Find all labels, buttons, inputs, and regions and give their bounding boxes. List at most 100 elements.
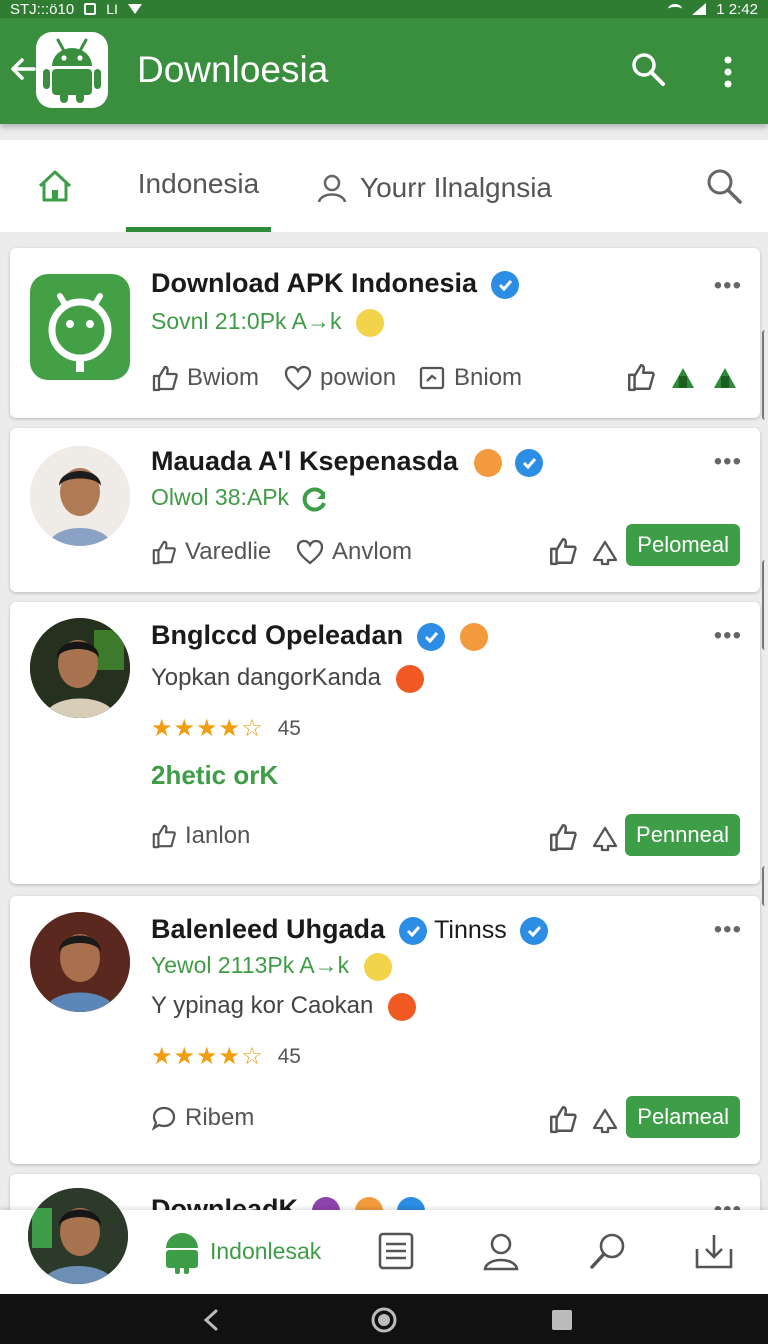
bottom-navigation: Indonlesak xyxy=(0,1188,768,1294)
tab-your-indonesia[interactable]: Yourr Ilnalgnsia xyxy=(316,168,552,208)
action-button[interactable]: Pelameal xyxy=(626,1096,740,1138)
thumbs-up-icon xyxy=(152,824,176,849)
avatar xyxy=(30,618,130,718)
download-icon xyxy=(695,1235,733,1269)
scroll-edge xyxy=(762,560,768,650)
home-icon[interactable] xyxy=(34,166,76,206)
card-title-text: Balenleed Uhgada xyxy=(151,914,386,944)
nav-downloads[interactable] xyxy=(694,1228,734,1274)
card-more-icon[interactable]: ••• xyxy=(714,272,742,300)
avatar xyxy=(30,446,130,546)
upvote-icon[interactable] xyxy=(668,362,698,392)
app-card[interactable]: Mauada A'l Ksepenasda Olwol 38:APk ••• V… xyxy=(10,428,760,592)
share-action-label: Bniom xyxy=(454,364,523,391)
like-action[interactable]: Varedlie xyxy=(151,538,271,566)
card-subtitle-text: Olwol 38:APk xyxy=(151,484,290,510)
tab-indonesia-label: Indonesia xyxy=(137,168,260,199)
system-navigation-bar xyxy=(0,1294,768,1344)
app-title: Downloesia xyxy=(137,49,329,90)
comment-action[interactable]: Ribem xyxy=(151,1104,254,1132)
favorite-action[interactable]: powion xyxy=(284,364,396,392)
thumbs-up-icon[interactable] xyxy=(626,362,656,392)
android-icon xyxy=(43,38,101,103)
card-subtitle: Yewol 2113Pk A→k xyxy=(151,952,392,981)
thumbs-up-icon xyxy=(152,365,178,392)
wifi-icon xyxy=(668,4,683,14)
overflow-menu-icon[interactable] xyxy=(716,52,740,92)
rating: ★★★★☆ 45 xyxy=(151,714,301,743)
status-carrier: STJ:::ö10 xyxy=(10,0,75,18)
avatar[interactable] xyxy=(28,1188,128,1284)
system-back-icon[interactable] xyxy=(200,1308,224,1332)
card-side-icons xyxy=(548,1104,620,1134)
action-button[interactable]: Pelomeal xyxy=(626,524,740,566)
system-recents-icon[interactable] xyxy=(550,1308,574,1332)
verified-badge-icon xyxy=(398,916,427,945)
card-more-icon[interactable]: ••• xyxy=(714,916,742,944)
app-card[interactable]: Download APK Indonesia Sovnl 21:0Pk A→k … xyxy=(10,248,760,418)
rating: ★★★★☆ 45 xyxy=(151,1042,301,1071)
status-time: 1 2:42 xyxy=(716,0,758,18)
card-side-icons xyxy=(548,536,620,566)
rating-count: 45 xyxy=(277,1044,301,1068)
like-action[interactable]: Ianlon xyxy=(151,822,250,850)
system-home-icon[interactable] xyxy=(370,1306,398,1334)
card-description: Yopkan dangorKanda xyxy=(151,664,424,693)
nav-profile[interactable] xyxy=(482,1228,520,1274)
favorite-action-label: powion xyxy=(320,364,397,391)
like-action-label: Ianlon xyxy=(185,822,251,849)
upvote-outline-icon[interactable] xyxy=(590,1104,620,1134)
upvote-outline-icon[interactable] xyxy=(590,536,620,566)
message-square-icon xyxy=(419,366,445,390)
back-arrow-icon[interactable] xyxy=(8,54,38,84)
app-card[interactable]: Balenleed Uhgada Tinnss ••• Yewol 2113Pk… xyxy=(10,896,760,1164)
avatar xyxy=(30,912,130,1012)
like-action[interactable]: Bwiom xyxy=(151,364,259,392)
app-bar: Downloesia xyxy=(0,18,768,124)
thumbs-up-icon[interactable] xyxy=(548,822,578,852)
scroll-edge xyxy=(762,330,768,420)
nav-search[interactable] xyxy=(588,1228,628,1274)
nav-home[interactable]: Indonlesak xyxy=(160,1228,321,1274)
rating-count: 45 xyxy=(277,716,301,740)
share-action[interactable]: Bniom xyxy=(418,364,522,392)
magnifier-icon xyxy=(590,1233,625,1269)
upvote-outline-icon[interactable] xyxy=(590,822,620,852)
card-title-extra: Tinnss xyxy=(434,916,507,944)
card-title-text: Download APK Indonesia xyxy=(151,268,478,298)
comment-icon xyxy=(151,1106,176,1131)
nav-home-label: Indonlesak xyxy=(210,1237,322,1264)
person-icon xyxy=(483,1233,519,1271)
thumbs-up-icon[interactable] xyxy=(548,1104,578,1134)
action-button[interactable]: Pennneal xyxy=(625,814,740,856)
card-more-icon[interactable]: ••• xyxy=(714,622,742,650)
tab-indonesia[interactable]: Indonesia xyxy=(126,168,271,232)
app-logo xyxy=(36,32,108,108)
emoji-happy-icon xyxy=(460,622,489,651)
search-icon[interactable] xyxy=(629,50,667,88)
like-action-label: Bwiom xyxy=(187,364,260,391)
thumbs-up-icon[interactable] xyxy=(548,536,578,566)
verified-badge-icon xyxy=(520,916,549,945)
favorite-action[interactable]: Anvlom xyxy=(296,538,412,566)
card-title: Balenleed Uhgada Tinnss xyxy=(151,914,549,945)
card-side-icons xyxy=(548,822,620,852)
app-card[interactable]: Bnglccd Opeleadan ••• Yopkan dangorKanda… xyxy=(10,602,760,884)
card-side-icons xyxy=(626,362,740,392)
heart-icon xyxy=(284,365,312,391)
verified-badge-icon xyxy=(416,622,445,651)
nav-list[interactable] xyxy=(378,1228,414,1274)
list-icon xyxy=(378,1232,414,1270)
card-subtitle-text: Yewol 2113Pk A→k xyxy=(151,952,350,978)
lte-icon: LI xyxy=(106,1,118,17)
tab-search-icon[interactable] xyxy=(704,166,744,206)
refresh-icon xyxy=(303,487,327,512)
comment-action-label: Ribem xyxy=(185,1104,255,1131)
card-title-text: Bnglccd Opeleadan xyxy=(151,620,404,650)
verified-badge-icon xyxy=(490,270,519,299)
person-icon xyxy=(317,174,347,203)
card-more-icon[interactable]: ••• xyxy=(714,448,742,476)
card-subtitle: Sovnl 21:0Pk A→k xyxy=(151,308,384,337)
star-rating-icons: ★★★★☆ xyxy=(151,1043,264,1070)
upvote-icon[interactable] xyxy=(710,362,740,392)
